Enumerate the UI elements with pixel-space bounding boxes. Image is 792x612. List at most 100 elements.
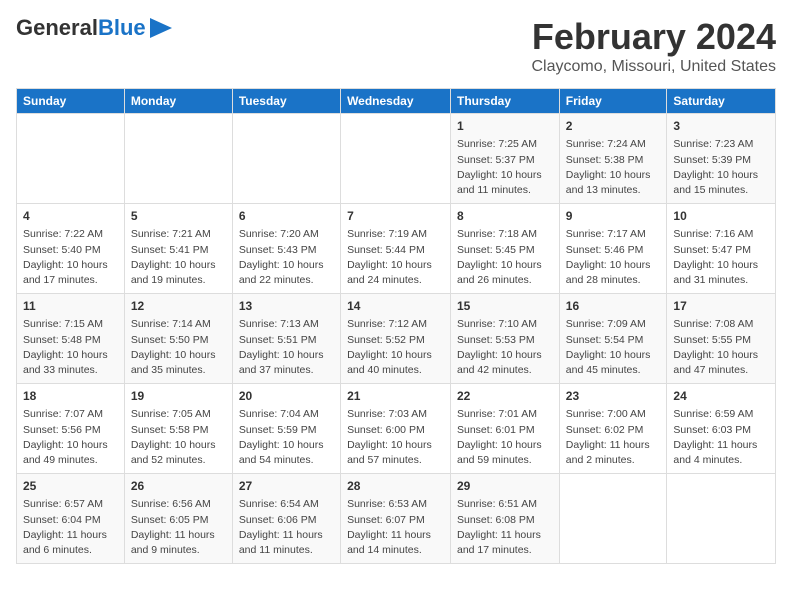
calendar-cell: 28 Sunrise: 6:53 AM Sunset: 6:07 PM Dayli…: [341, 474, 451, 564]
header: GeneralBlue February 2024 Claycomo, Miss…: [16, 16, 776, 76]
day-info: Sunrise: 7:19 AM Sunset: 5:44 PM Dayligh…: [347, 227, 444, 288]
day-number: 18: [23, 388, 118, 405]
calendar-cell: [667, 474, 776, 564]
day-info: Sunrise: 7:17 AM Sunset: 5:46 PM Dayligh…: [566, 227, 661, 288]
day-number: 22: [457, 388, 553, 405]
calendar-cell: 16Sunrise: 7:09 AM Sunset: 5:54 PM Dayli…: [559, 294, 667, 384]
calendar-cell: 12Sunrise: 7:14 AM Sunset: 5:50 PM Dayli…: [124, 294, 232, 384]
day-number: 1: [457, 118, 553, 135]
calendar-week-row: 4 Sunrise: 7:22 AM Sunset: 5:40 PM Daylig…: [17, 204, 776, 294]
day-info: Sunrise: 7:01 AM Sunset: 6:01 PM Dayligh…: [457, 407, 553, 468]
calendar-cell: 10 Sunrise: 7:16 AM Sunset: 5:47 PM Dayli…: [667, 204, 776, 294]
day-info: Sunrise: 7:23 AM Sunset: 5:39 PM Dayligh…: [673, 137, 769, 198]
day-number: 19: [131, 388, 226, 405]
day-info: Sunrise: 7:20 AM Sunset: 5:43 PM Dayligh…: [239, 227, 334, 288]
calendar-cell: 22 Sunrise: 7:01 AM Sunset: 6:01 PM Dayli…: [451, 384, 560, 474]
day-info: Sunrise: 7:14 AM Sunset: 5:50 PM Dayligh…: [131, 317, 226, 378]
calendar-cell: 17 Sunrise: 7:08 AM Sunset: 5:55 PM Dayli…: [667, 294, 776, 384]
calendar-cell: 11Sunrise: 7:15 AM Sunset: 5:48 PM Dayli…: [17, 294, 125, 384]
day-info: Sunrise: 7:24 AM Sunset: 5:38 PM Dayligh…: [566, 137, 661, 198]
day-info: Sunrise: 7:07 AM Sunset: 5:56 PM Dayligh…: [23, 407, 118, 468]
day-info: Sunrise: 7:09 AM Sunset: 5:54 PM Dayligh…: [566, 317, 661, 378]
month-title: February 2024: [531, 16, 776, 58]
day-info: Sunrise: 7:22 AM Sunset: 5:40 PM Dayligh…: [23, 227, 118, 288]
calendar-cell: 3 Sunrise: 7:23 AM Sunset: 5:39 PM Daylig…: [667, 114, 776, 204]
day-number: 21: [347, 388, 444, 405]
day-number: 13: [239, 298, 334, 315]
day-header-thursday: Thursday: [451, 89, 560, 114]
day-number: 23: [566, 388, 661, 405]
title-area: February 2024 Claycomo, Missouri, United…: [531, 16, 776, 76]
calendar-cell: [124, 114, 232, 204]
calendar-cell: 23 Sunrise: 7:00 AM Sunset: 6:02 PM Dayli…: [559, 384, 667, 474]
day-info: Sunrise: 7:16 AM Sunset: 5:47 PM Dayligh…: [673, 227, 769, 288]
calendar-cell: 1 Sunrise: 7:25 AM Sunset: 5:37 PM Daylig…: [451, 114, 560, 204]
day-number: 27: [239, 478, 334, 495]
calendar-cell: 25 Sunrise: 6:57 AM Sunset: 6:04 PM Dayli…: [17, 474, 125, 564]
calendar-cell: 5Sunrise: 7:21 AM Sunset: 5:41 PM Daylig…: [124, 204, 232, 294]
day-info: Sunrise: 7:25 AM Sunset: 5:37 PM Dayligh…: [457, 137, 553, 198]
day-info: Sunrise: 7:00 AM Sunset: 6:02 PM Dayligh…: [566, 407, 661, 468]
calendar-week-row: 25 Sunrise: 6:57 AM Sunset: 6:04 PM Dayli…: [17, 474, 776, 564]
day-number: 6: [239, 208, 334, 225]
calendar-week-row: 1 Sunrise: 7:25 AM Sunset: 5:37 PM Daylig…: [17, 114, 776, 204]
day-info: Sunrise: 7:12 AM Sunset: 5:52 PM Dayligh…: [347, 317, 444, 378]
day-info: Sunrise: 7:03 AM Sunset: 6:00 PM Dayligh…: [347, 407, 444, 468]
calendar-cell: [232, 114, 340, 204]
day-info: Sunrise: 6:57 AM Sunset: 6:04 PM Dayligh…: [23, 497, 118, 558]
day-number: 29: [457, 478, 553, 495]
day-info: Sunrise: 7:04 AM Sunset: 5:59 PM Dayligh…: [239, 407, 334, 468]
day-number: 11: [23, 298, 118, 315]
calendar-cell: 14Sunrise: 7:12 AM Sunset: 5:52 PM Dayli…: [341, 294, 451, 384]
day-number: 7: [347, 208, 444, 225]
calendar-cell: 18 Sunrise: 7:07 AM Sunset: 5:56 PM Dayli…: [17, 384, 125, 474]
day-number: 10: [673, 208, 769, 225]
calendar-cell: [559, 474, 667, 564]
calendar-cell: 21 Sunrise: 7:03 AM Sunset: 6:00 PM Dayli…: [341, 384, 451, 474]
day-number: 4: [23, 208, 118, 225]
day-number: 25: [23, 478, 118, 495]
day-number: 26: [131, 478, 226, 495]
calendar-table: SundayMondayTuesdayWednesdayThursdayFrid…: [16, 88, 776, 564]
day-number: 28: [347, 478, 444, 495]
location-title: Claycomo, Missouri, United States: [531, 58, 776, 76]
day-number: 5: [131, 208, 226, 225]
day-header-wednesday: Wednesday: [341, 89, 451, 114]
calendar-cell: 13 Sunrise: 7:13 AM Sunset: 5:51 PM Dayli…: [232, 294, 340, 384]
calendar-cell: 26 Sunrise: 6:56 AM Sunset: 6:05 PM Dayli…: [124, 474, 232, 564]
calendar-cell: 8 Sunrise: 7:18 AM Sunset: 5:45 PM Daylig…: [451, 204, 560, 294]
calendar-cell: 2Sunrise: 7:24 AM Sunset: 5:38 PM Daylig…: [559, 114, 667, 204]
logo-text: GeneralBlue: [16, 16, 146, 40]
day-info: Sunrise: 6:56 AM Sunset: 6:05 PM Dayligh…: [131, 497, 226, 558]
calendar-cell: 19 Sunrise: 7:05 AM Sunset: 5:58 PM Dayli…: [124, 384, 232, 474]
day-header-tuesday: Tuesday: [232, 89, 340, 114]
day-header-monday: Monday: [124, 89, 232, 114]
day-info: Sunrise: 7:08 AM Sunset: 5:55 PM Dayligh…: [673, 317, 769, 378]
day-info: Sunrise: 7:18 AM Sunset: 5:45 PM Dayligh…: [457, 227, 553, 288]
calendar-cell: 24 Sunrise: 6:59 AM Sunset: 6:03 PM Dayli…: [667, 384, 776, 474]
day-info: Sunrise: 6:59 AM Sunset: 6:03 PM Dayligh…: [673, 407, 769, 468]
calendar-cell: 29 Sunrise: 6:51 AM Sunset: 6:08 PM Dayli…: [451, 474, 560, 564]
day-number: 8: [457, 208, 553, 225]
day-info: Sunrise: 7:10 AM Sunset: 5:53 PM Dayligh…: [457, 317, 553, 378]
calendar-cell: 9 Sunrise: 7:17 AM Sunset: 5:46 PM Daylig…: [559, 204, 667, 294]
day-number: 24: [673, 388, 769, 405]
day-header-saturday: Saturday: [667, 89, 776, 114]
day-number: 9: [566, 208, 661, 225]
day-info: Sunrise: 6:51 AM Sunset: 6:08 PM Dayligh…: [457, 497, 553, 558]
logo: GeneralBlue: [16, 16, 172, 40]
day-number: 3: [673, 118, 769, 135]
calendar-cell: [341, 114, 451, 204]
calendar-cell: 15 Sunrise: 7:10 AM Sunset: 5:53 PM Dayli…: [451, 294, 560, 384]
calendar-cell: 7 Sunrise: 7:19 AM Sunset: 5:44 PM Daylig…: [341, 204, 451, 294]
calendar-cell: 4 Sunrise: 7:22 AM Sunset: 5:40 PM Daylig…: [17, 204, 125, 294]
calendar-body: 1 Sunrise: 7:25 AM Sunset: 5:37 PM Daylig…: [17, 114, 776, 564]
day-info: Sunrise: 7:05 AM Sunset: 5:58 PM Dayligh…: [131, 407, 226, 468]
calendar-week-row: 18 Sunrise: 7:07 AM Sunset: 5:56 PM Dayli…: [17, 384, 776, 474]
calendar-cell: 6 Sunrise: 7:20 AM Sunset: 5:43 PM Daylig…: [232, 204, 340, 294]
calendar-header-row: SundayMondayTuesdayWednesdayThursdayFrid…: [17, 89, 776, 114]
day-info: Sunrise: 6:53 AM Sunset: 6:07 PM Dayligh…: [347, 497, 444, 558]
day-number: 17: [673, 298, 769, 315]
day-number: 15: [457, 298, 553, 315]
day-info: Sunrise: 7:13 AM Sunset: 5:51 PM Dayligh…: [239, 317, 334, 378]
